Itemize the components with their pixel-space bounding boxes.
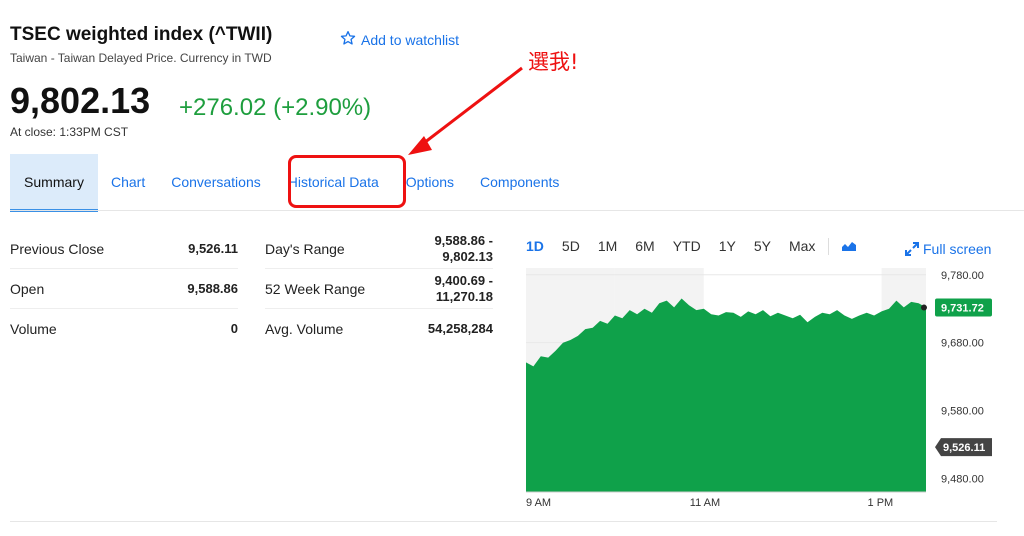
- prev-close-label: 9,526.11: [943, 442, 985, 454]
- x-tick-label: 11 AM: [690, 497, 720, 509]
- bottom-divider: [10, 521, 997, 522]
- last-price-dot: [921, 304, 927, 311]
- x-tick-label: 9 AM: [526, 497, 551, 509]
- y-tick-label: 9,580.00: [941, 406, 984, 418]
- last-price-label: 9,731.72: [941, 303, 984, 315]
- y-tick-label: 9,480.00: [941, 473, 984, 485]
- y-tick-label: 9,680.00: [941, 338, 984, 350]
- price-chart[interactable]: 9,780.00 9,680.00 9,580.00 9,480.00 9 AM 11 A…: [0, 0, 1024, 536]
- y-tick-label: 9,780.00: [941, 270, 984, 282]
- x-tick-label: 1 PM: [868, 497, 894, 509]
